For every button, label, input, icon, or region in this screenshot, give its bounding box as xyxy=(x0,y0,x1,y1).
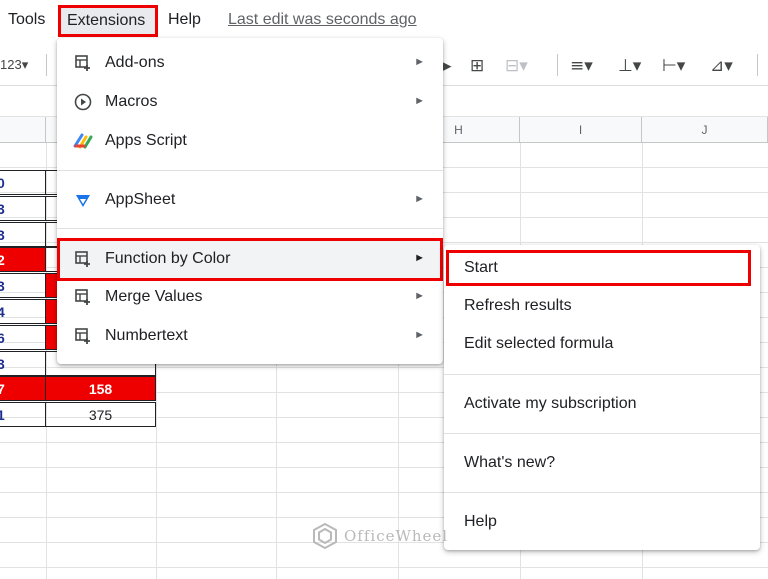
apps-script-icon xyxy=(73,131,93,151)
menu-extensions-label: Extensions xyxy=(67,12,146,29)
submenu-item-edit-selected-formula[interactable]: Edit selected formula xyxy=(444,325,760,363)
menu-separator xyxy=(57,170,443,171)
menu-separator xyxy=(444,433,760,434)
submenu-item-help[interactable]: Help xyxy=(444,503,760,541)
column-header-f[interactable] xyxy=(0,117,46,143)
menu-item-function-by-color[interactable]: Function by Color ► xyxy=(57,240,443,278)
menu-item-label: Function by Color xyxy=(105,250,231,267)
menu-item-add-ons[interactable]: Add-ons ► xyxy=(57,44,443,82)
submenu-item-label: Edit selected formula xyxy=(464,335,614,352)
last-edit-link[interactable]: Last edit was seconds ago xyxy=(228,11,417,29)
toolbar-divider xyxy=(557,54,558,76)
play-circle-icon xyxy=(73,92,93,112)
submenu-item-refresh-results[interactable]: Refresh results xyxy=(444,287,760,325)
submenu-item-label: Start xyxy=(464,259,498,276)
table-cell-b[interactable]: 158 xyxy=(45,376,156,402)
column-header-i[interactable]: I xyxy=(520,117,642,143)
table-cell-a[interactable]: 3 xyxy=(0,221,46,247)
submenu-item-label: Refresh results xyxy=(464,297,572,314)
submenu-arrow-icon: ► xyxy=(414,193,425,205)
menu-separator xyxy=(444,374,760,375)
submenu-item-start[interactable]: Start xyxy=(444,249,760,287)
submenu-arrow-icon: ► xyxy=(414,290,425,302)
horizontal-align-icon[interactable]: ≡▾ xyxy=(570,56,593,76)
toolbar-divider xyxy=(757,54,758,76)
submenu-item-label: What's new? xyxy=(464,454,556,471)
number-format-label: 123 xyxy=(0,57,22,72)
menu-separator xyxy=(444,492,760,493)
toolbar-divider xyxy=(46,54,47,76)
table-cell-a[interactable]: 3 xyxy=(0,273,46,299)
column-h-label: H xyxy=(454,123,463,137)
menu-extensions[interactable]: Extensions xyxy=(58,5,158,37)
addon-icon xyxy=(73,287,93,307)
submenu-arrow-icon: ► xyxy=(414,95,425,107)
function-by-color-submenu: Start Refresh results Edit selected form… xyxy=(444,245,760,550)
addon-icon xyxy=(73,249,93,269)
addon-icon xyxy=(73,53,93,73)
borders-icon[interactable]: ⊞ xyxy=(470,56,484,76)
watermark: OfficeWheel xyxy=(312,523,448,549)
submenu-item-label: Activate my subscription xyxy=(464,395,637,412)
table-cell-b[interactable]: 375 xyxy=(45,402,156,428)
table-cell-a[interactable]: 3 xyxy=(0,350,46,376)
menu-item-label: Add-ons xyxy=(105,54,165,71)
menu-item-merge-values[interactable]: Merge Values ► xyxy=(57,278,443,316)
menu-item-apps-script[interactable]: Apps Script xyxy=(57,122,443,160)
menu-item-label: Merge Values xyxy=(105,288,203,305)
table-cell-a[interactable]: 2 xyxy=(0,247,46,273)
menu-item-label: AppSheet xyxy=(105,191,176,208)
table-cell-a[interactable]: 3 xyxy=(0,195,46,221)
submenu-arrow-icon: ► xyxy=(414,252,425,264)
merge-cells-icon[interactable]: ⊟▾ xyxy=(505,56,528,76)
submenu-item-activate-subscription[interactable]: Activate my subscription xyxy=(444,385,760,423)
menu-help[interactable]: Help xyxy=(168,11,201,29)
table-cell-a[interactable]: 4 xyxy=(0,299,46,324)
text-wrap-icon[interactable]: ⊢▾ xyxy=(662,56,685,76)
paint-format-icon[interactable]: ▸ xyxy=(443,56,452,76)
addon-icon xyxy=(73,326,93,346)
menu-item-appsheet[interactable]: AppSheet ► xyxy=(57,181,443,219)
menu-item-label: Numbertext xyxy=(105,327,188,344)
menu-tools[interactable]: Tools xyxy=(8,11,45,29)
extensions-menu: Add-ons ► Macros ► Apps Script AppSheet … xyxy=(57,38,443,364)
submenu-item-label: Help xyxy=(464,513,497,530)
watermark-text: OfficeWheel xyxy=(344,527,449,545)
column-i-label: I xyxy=(578,123,583,137)
submenu-arrow-icon: ► xyxy=(414,56,425,68)
number-format-button[interactable]: 123▾ xyxy=(0,57,28,73)
menu-item-numbertext[interactable]: Numbertext ► xyxy=(57,317,443,355)
menu-item-label: Macros xyxy=(105,93,158,110)
column-header-j[interactable]: J xyxy=(642,117,768,143)
submenu-item-whats-new[interactable]: What's new? xyxy=(444,444,760,482)
menu-item-macros[interactable]: Macros ► xyxy=(57,83,443,121)
menu-separator xyxy=(57,228,443,229)
table-cell-a[interactable]: 7 xyxy=(0,376,46,402)
menu-bar: Tools Extensions Help Last edit was seco… xyxy=(0,0,768,40)
officewheel-logo-icon xyxy=(313,523,337,549)
appsheet-icon xyxy=(73,190,93,210)
table-cell-a[interactable]: 0 xyxy=(0,170,46,195)
table-cell-a[interactable]: 6 xyxy=(0,324,46,350)
menu-item-label: Apps Script xyxy=(105,132,187,149)
vertical-align-icon[interactable]: ⊥▾ xyxy=(618,56,641,76)
row-gridline xyxy=(0,567,768,568)
submenu-arrow-icon: ► xyxy=(414,329,425,341)
column-j-label: J xyxy=(701,123,708,137)
table-cell-a[interactable]: 1 xyxy=(0,402,46,428)
text-rotation-icon[interactable]: ⊿▾ xyxy=(710,56,733,76)
